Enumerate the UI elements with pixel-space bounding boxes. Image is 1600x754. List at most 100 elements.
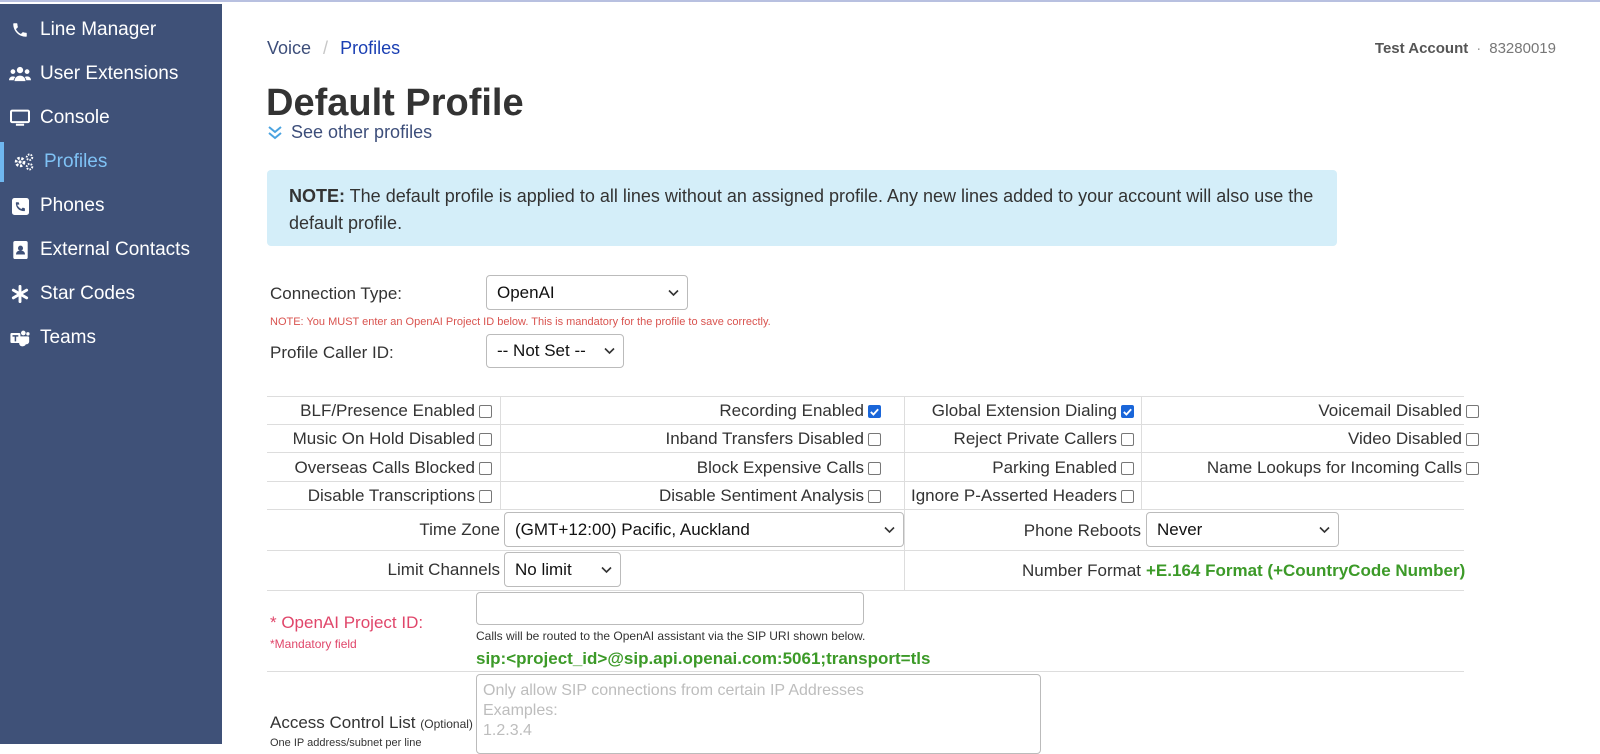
global-extension-dialing-checkbox[interactable] [1121,404,1134,418]
overseas-calls-checkbox[interactable] [479,461,492,475]
option-label: Music On Hold Disabled [292,429,475,448]
breadcrumb-current[interactable]: Profiles [340,38,400,58]
name-lookups-checkbox[interactable] [1466,461,1479,475]
acl-textarea[interactable]: Only allow SIP connections from certain … [476,674,1041,754]
phone-reboots-select[interactable]: Never [1146,512,1339,547]
phone-square-icon [0,197,40,215]
option-inband-transfers: Inband Transfers Disabled [505,426,881,452]
gears-icon [4,153,44,171]
acl-sublabel: One IP address/subnet per line [270,737,422,749]
option-global-extension-dialing: Global Extension Dialing [908,398,1134,424]
connection-warning: NOTE: You MUST enter an OpenAI Project I… [270,316,771,328]
disable-transcriptions-checkbox[interactable] [479,489,492,503]
caller-id-value: -- Not Set -- [497,341,586,360]
limit-channels-label: Limit Channels [387,560,500,579]
account-info: Test Account · 83280019 [1375,40,1556,57]
sidebar-item-teams[interactable]: Teams [0,318,222,358]
sidebar-item-label: Teams [40,327,96,348]
option-video-disabled: Video Disabled [1145,426,1479,452]
limit-channels-value: No limit [515,559,572,579]
sidebar-item-phones[interactable]: Phones [0,186,222,226]
grid-line [267,396,1464,397]
double-chevron-down-icon [268,125,282,139]
chevron-down-icon [884,526,895,533]
account-separator: · [1476,40,1482,57]
phone-icon [0,21,40,39]
see-other-profiles-label: See other profiles [291,122,433,142]
sidebar-item-external-contacts[interactable]: External Contacts [0,230,222,270]
option-label: Ignore P-Asserted Headers [911,486,1117,505]
grid-line [267,481,1464,482]
option-music-on-hold: Music On Hold Disabled [267,426,492,452]
option-voicemail-disabled: Voicemail Disabled [1145,398,1479,424]
openai-sip-uri: sip:<project_id>@sip.api.openai.com:5061… [476,649,931,668]
sidebar: Line Manager User Extensions Console Pro… [0,4,222,744]
reject-private-callers-checkbox[interactable] [1121,432,1134,446]
sidebar-item-line-manager[interactable]: Line Manager [0,10,222,50]
see-other-profiles-link[interactable]: See other profiles [268,122,432,143]
monitor-icon [0,109,40,127]
music-on-hold-checkbox[interactable] [479,432,492,446]
sidebar-item-label: Star Codes [40,283,136,304]
contact-card-icon [0,241,40,259]
mandatory-field-note: *Mandatory field [270,637,357,651]
blf-presence-checkbox[interactable] [479,404,492,418]
chevron-down-icon [604,347,615,355]
grid-line [267,424,1464,425]
grid-line [267,550,1464,551]
option-label: Disable Transcriptions [307,486,475,505]
account-name: Test Account [1374,40,1469,57]
caller-id-select[interactable]: -- Not Set -- [486,334,624,368]
note-alert: NOTE: The default profile is applied to … [267,170,1337,246]
phone-reboots-label: Phone Reboots [1023,521,1141,540]
option-reject-private-callers: Reject Private Callers [908,426,1134,452]
sidebar-item-console[interactable]: Console [0,98,222,138]
voicemail-disabled-checkbox[interactable] [1466,404,1479,418]
note-text: The default profile is applied to all li… [289,186,1314,233]
openai-routing-hint: Calls will be routed to the OpenAI assis… [476,629,866,643]
time-zone-select[interactable]: (GMT+12:00) Pacific, Auckland [504,512,904,547]
option-label: Video Disabled [1347,429,1462,448]
option-label: Global Extension Dialing [931,401,1117,420]
option-label: Disable Sentiment Analysis [658,486,864,505]
option-recording-enabled: Recording Enabled [505,398,881,424]
option-label: Block Expensive Calls [696,458,864,477]
option-label: Name Lookups for Incoming Calls [1206,458,1462,477]
phone-reboots-value: Never [1157,519,1203,539]
page-title: Default Profile [266,82,524,124]
checkmark-icon [870,408,879,416]
ignore-p-asserted-checkbox[interactable] [1121,489,1134,503]
sidebar-item-label: Line Manager [40,19,157,40]
option-label: BLF/Presence Enabled [300,401,475,420]
recording-enabled-checkbox[interactable] [868,404,881,418]
sidebar-item-star-codes[interactable]: Star Codes [0,274,222,314]
time-zone-label: Time Zone [419,520,500,539]
block-expensive-calls-checkbox[interactable] [868,461,881,475]
sidebar-item-profiles[interactable]: Profiles [0,142,222,182]
connection-type-select[interactable]: OpenAI [486,275,688,310]
account-number: 83280019 [1489,40,1556,57]
breadcrumb-voice-link[interactable]: Voice [267,38,311,58]
limit-channels-select[interactable]: No limit [504,552,621,587]
option-blf-presence: BLF/Presence Enabled [267,398,492,424]
grid-line [267,509,1464,510]
disable-sentiment-checkbox[interactable] [868,489,881,503]
option-disable-transcriptions: Disable Transcriptions [267,483,492,509]
chevron-down-icon [668,289,679,296]
grid-line [1141,396,1142,509]
time-zone-value: (GMT+12:00) Pacific, Auckland [515,519,750,539]
parking-enabled-checkbox[interactable] [1121,461,1134,475]
number-format-label: Number Format [1021,561,1141,580]
openai-project-id-input[interactable] [476,592,864,625]
teams-icon [0,329,40,347]
option-label: Overseas Calls Blocked [294,458,475,477]
asterisk-icon [0,285,40,303]
grid-line [267,590,1464,591]
acl-optional-text: (Optional) [420,717,473,731]
option-block-expensive-calls: Block Expensive Calls [505,455,881,481]
note-label: NOTE: [289,186,345,206]
video-disabled-checkbox[interactable] [1466,432,1479,446]
sidebar-item-user-extensions[interactable]: User Extensions [0,54,222,94]
option-label: Reject Private Callers [953,429,1117,448]
inband-transfers-checkbox[interactable] [868,432,881,446]
